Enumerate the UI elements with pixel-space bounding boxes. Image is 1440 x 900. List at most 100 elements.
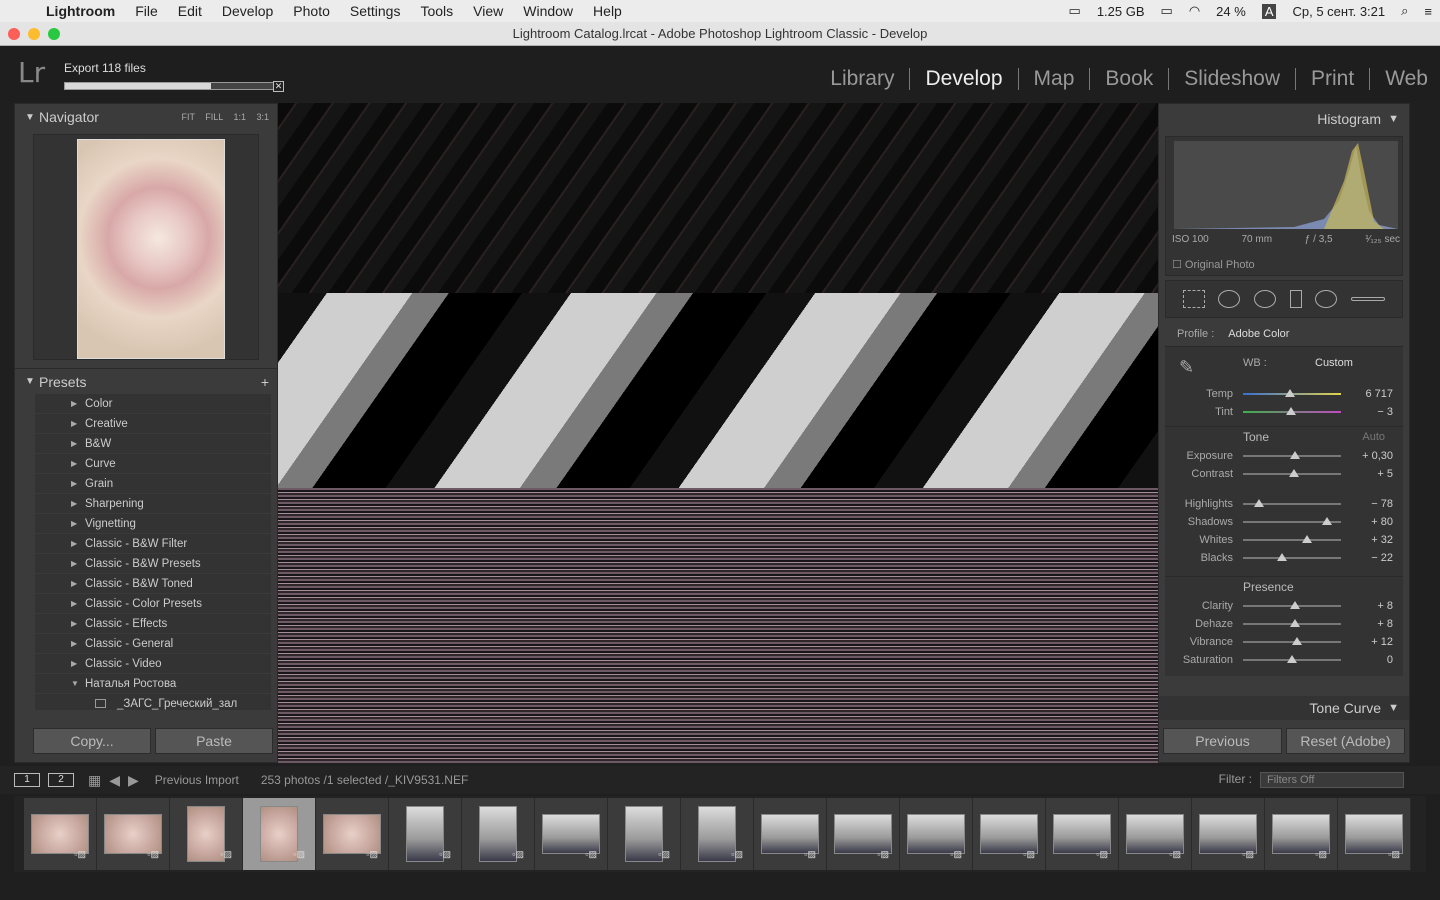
source-label[interactable]: Previous Import: [155, 773, 239, 787]
slider-highlights[interactable]: Highlights − 78: [1165, 495, 1403, 513]
slider-knob[interactable]: [1286, 407, 1297, 415]
cancel-export-icon[interactable]: ✕: [273, 81, 284, 92]
histogram-graph[interactable]: [1174, 141, 1398, 229]
slider-temp[interactable]: Temp 6 717: [1165, 385, 1403, 403]
preset-folder[interactable]: ▶ Classic - B&W Filter: [35, 534, 271, 554]
module-slideshow[interactable]: Slideshow: [1169, 68, 1296, 90]
window-1-button[interactable]: 1: [14, 773, 40, 787]
slider-contrast[interactable]: Contrast + 5: [1165, 465, 1403, 483]
filmstrip-thumbnail[interactable]: ▫▨: [243, 798, 316, 870]
slider-knob[interactable]: [1285, 389, 1296, 397]
slider-whites[interactable]: Whites + 32: [1165, 531, 1403, 549]
menu-settings[interactable]: Settings: [340, 3, 411, 19]
filter-select[interactable]: Filters Off: [1260, 772, 1404, 788]
preset-folder[interactable]: ▶ Classic - Effects: [35, 614, 271, 634]
slider-track[interactable]: [1243, 499, 1341, 507]
slider-track[interactable]: [1243, 517, 1341, 525]
slider-track[interactable]: [1243, 389, 1341, 397]
main-image[interactable]: [278, 103, 1158, 763]
slider-track[interactable]: [1243, 637, 1341, 645]
histogram-header[interactable]: Histogram ▼: [1159, 104, 1409, 132]
preset-folder[interactable]: ▶ Classic - Color Presets: [35, 594, 271, 614]
slider-value[interactable]: + 5: [1377, 468, 1393, 480]
preset-folder[interactable]: ▶ Curve: [35, 454, 271, 474]
minimize-icon[interactable]: [28, 28, 40, 40]
slider-track[interactable]: [1243, 601, 1341, 609]
wifi-icon[interactable]: ◠: [1189, 3, 1200, 19]
slider-knob[interactable]: [1301, 535, 1312, 543]
slider-tint[interactable]: Tint − 3: [1165, 403, 1403, 421]
slider-knob[interactable]: [1253, 499, 1264, 507]
add-preset-icon[interactable]: +: [261, 374, 269, 390]
auto-button[interactable]: Auto: [1362, 431, 1385, 443]
slider-track[interactable]: [1243, 469, 1341, 477]
preset-folder[interactable]: ▶ Classic - General: [35, 634, 271, 654]
slider-value[interactable]: + 12: [1371, 636, 1393, 648]
filmstrip-thumbnail[interactable]: ▫▨: [24, 798, 97, 870]
filmstrip-thumbnail[interactable]: ▫▨: [462, 798, 535, 870]
menu-photo[interactable]: Photo: [283, 3, 340, 19]
slider-knob[interactable]: [1277, 553, 1288, 561]
module-map[interactable]: Map: [1019, 68, 1091, 90]
slider-dehaze[interactable]: Dehaze + 8: [1165, 615, 1403, 633]
eyedropper-icon[interactable]: ✎: [1179, 357, 1194, 378]
zoom-icon[interactable]: [48, 28, 60, 40]
copy-button[interactable]: Copy...: [33, 728, 151, 754]
slider-value[interactable]: 0: [1387, 654, 1393, 666]
preset-folder[interactable]: ▶ Classic - B&W Presets: [35, 554, 271, 574]
grid-icon[interactable]: ▦: [88, 772, 101, 789]
profile-value[interactable]: Adobe Color: [1228, 328, 1289, 340]
slider-track[interactable]: [1243, 535, 1341, 543]
menu-view[interactable]: View: [463, 3, 513, 19]
wb-value[interactable]: Custom: [1315, 357, 1353, 369]
preset-folder[interactable]: ▶ Vignetting: [35, 514, 271, 534]
filmstrip-thumbnail[interactable]: ▫▨: [900, 798, 973, 870]
menu-file[interactable]: File: [125, 3, 168, 19]
preset-folder[interactable]: ▶ Classic - B&W Toned: [35, 574, 271, 594]
paste-button[interactable]: Paste: [155, 728, 273, 754]
slider-track[interactable]: [1243, 655, 1341, 663]
preset-item[interactable]: _ЗАГС_Греческий_зал: [35, 694, 271, 710]
menu-window[interactable]: Window: [513, 3, 583, 19]
slider-knob[interactable]: [1289, 619, 1300, 627]
preset-folder[interactable]: ▶ Grain: [35, 474, 271, 494]
filmstrip-thumbnail[interactable]: ▫▨: [1046, 798, 1119, 870]
slider-value[interactable]: − 78: [1371, 498, 1393, 510]
menu-tools[interactable]: Tools: [410, 3, 463, 19]
filmstrip-thumbnail[interactable]: ▫▨: [97, 798, 170, 870]
slider-value[interactable]: − 22: [1371, 552, 1393, 564]
module-web[interactable]: Web: [1370, 68, 1428, 90]
slider-knob[interactable]: [1291, 637, 1302, 645]
slider-value[interactable]: − 3: [1377, 406, 1393, 418]
search-icon[interactable]: ⌕: [1401, 3, 1408, 19]
spot-removal-icon[interactable]: [1218, 290, 1241, 308]
preset-folder[interactable]: ▶ Sharpening: [35, 494, 271, 514]
preset-folder[interactable]: ▶ B&W: [35, 434, 271, 454]
reset-button[interactable]: Reset (Adobe): [1286, 728, 1405, 754]
original-photo-toggle[interactable]: ☐ Original Photo: [1172, 258, 1255, 271]
slider-knob[interactable]: [1288, 469, 1299, 477]
zoom-options[interactable]: FIT FILL 1:1 3:1: [181, 112, 269, 122]
back-arrow-icon[interactable]: ◀: [109, 772, 120, 789]
profile-row[interactable]: Profile : Adobe Color: [1165, 322, 1403, 346]
menu-edit[interactable]: Edit: [168, 3, 212, 19]
filmstrip-thumbnail[interactable]: ▫▨: [1192, 798, 1265, 870]
slider-knob[interactable]: [1287, 655, 1297, 663]
selection-info[interactable]: 253 photos /1 selected /_KIV9531.NEF: [261, 773, 468, 787]
slider-track[interactable]: [1243, 553, 1341, 561]
graduated-filter-icon[interactable]: [1289, 290, 1302, 308]
slider-exposure[interactable]: Exposure + 0,30: [1165, 447, 1403, 465]
filmstrip-thumbnail[interactable]: ▫▨: [973, 798, 1046, 870]
slider-track[interactable]: [1243, 407, 1341, 415]
menu-help[interactable]: Help: [583, 3, 632, 19]
slider-vibrance[interactable]: Vibrance + 12: [1165, 633, 1403, 651]
window-2-button[interactable]: 2: [48, 773, 74, 787]
filmstrip-thumbnail[interactable]: ▫▨: [754, 798, 827, 870]
menu-app[interactable]: Lightroom: [40, 3, 125, 19]
slider-value[interactable]: 6 717: [1365, 388, 1393, 400]
slider-knob[interactable]: [1289, 451, 1300, 459]
airplay-icon[interactable]: ▭: [1161, 3, 1173, 19]
memory-icon[interactable]: ▭: [1069, 3, 1081, 19]
input-source[interactable]: A: [1261, 3, 1277, 19]
slider-value[interactable]: + 0,30: [1362, 450, 1393, 462]
